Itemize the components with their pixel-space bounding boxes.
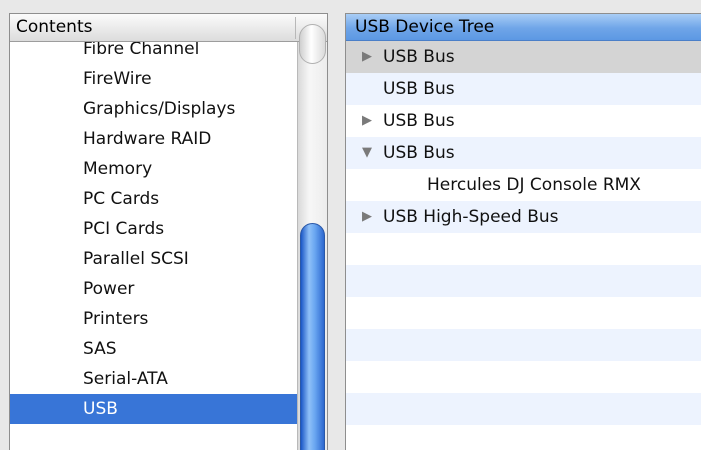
contents-item-label: Graphics/Displays bbox=[83, 99, 236, 119]
device-tree-empty-row bbox=[346, 233, 701, 265]
contents-item[interactable]: Serial-ATA bbox=[10, 364, 297, 394]
contents-item[interactable]: Printers bbox=[10, 304, 297, 334]
device-tree-empty-row bbox=[346, 393, 701, 425]
contents-item-label: SAS bbox=[83, 339, 117, 359]
contents-list: Fibre Channel FireWire Graphics/Displays Ha… bbox=[10, 42, 297, 450]
device-tree-row[interactable]: Hercules DJ Console RMX bbox=[346, 169, 701, 201]
disclosure-triangle-right-icon[interactable]: ▶ bbox=[362, 41, 372, 73]
contents-item[interactable]: Graphics/Displays bbox=[10, 94, 297, 124]
device-tree-row-label: USB High-Speed Bus bbox=[383, 207, 559, 227]
contents-item[interactable]: FireWire bbox=[10, 64, 297, 94]
contents-item-label: Parallel SCSI bbox=[83, 249, 189, 269]
contents-item[interactable]: Memory bbox=[10, 154, 297, 184]
column-divider bbox=[295, 17, 296, 39]
contents-item[interactable]: USB bbox=[10, 394, 297, 424]
device-tree-row[interactable]: ▼ USB Bus bbox=[346, 137, 701, 169]
device-tree-empty-row bbox=[346, 297, 701, 329]
contents-item-label: FireWire bbox=[83, 69, 152, 89]
contents-item[interactable]: SAS bbox=[10, 334, 297, 364]
contents-item-label: Memory bbox=[83, 159, 153, 179]
device-tree-row[interactable]: ▶ USB High-Speed Bus bbox=[346, 201, 701, 233]
contents-item-label: Hardware RAID bbox=[83, 129, 212, 149]
disclosure-triangle-right-icon[interactable]: ▶ bbox=[362, 105, 372, 137]
usb-device-tree-panel: USB Device Tree ▶ USB Bus USB Bus ▶ USB Bus ▼… bbox=[345, 13, 701, 450]
device-tree-column-header[interactable]: USB Device Tree bbox=[346, 14, 701, 41]
device-tree-row[interactable]: ▶ USB Bus bbox=[346, 41, 701, 73]
contents-item[interactable]: PC Cards bbox=[10, 184, 297, 214]
contents-item-label: USB bbox=[83, 399, 118, 419]
contents-item[interactable]: Fibre Channel bbox=[10, 42, 297, 64]
device-tree-row-label: USB Bus bbox=[383, 79, 455, 99]
disclosure-triangle-down-icon[interactable]: ▼ bbox=[362, 137, 372, 169]
contents-item[interactable]: Parallel SCSI bbox=[10, 244, 297, 274]
contents-item-label: PC Cards bbox=[83, 189, 160, 209]
contents-item[interactable]: Hardware RAID bbox=[10, 124, 297, 154]
contents-column-header[interactable]: Contents bbox=[10, 14, 327, 42]
device-tree-row-label: USB Bus bbox=[383, 47, 455, 67]
contents-panel: Contents Fibre Channel FireWire Graphics/D… bbox=[9, 13, 328, 450]
device-tree-empty-row bbox=[346, 425, 701, 450]
scrollbar-top-cap bbox=[299, 24, 326, 64]
device-tree-row-label: USB Bus bbox=[383, 111, 455, 131]
contents-scrollbar[interactable] bbox=[297, 24, 327, 450]
device-tree-row-label: USB Bus bbox=[383, 143, 455, 163]
contents-item-label: Printers bbox=[83, 309, 149, 329]
device-tree-row-label: Hercules DJ Console RMX bbox=[427, 175, 641, 195]
contents-item-label: PCI Cards bbox=[83, 219, 165, 239]
contents-item-label: Fibre Channel bbox=[83, 42, 200, 59]
device-tree-empty-row bbox=[346, 265, 701, 297]
contents-item[interactable]: PCI Cards bbox=[10, 214, 297, 244]
contents-header-label: Contents bbox=[16, 17, 93, 37]
disclosure-triangle-right-icon[interactable]: ▶ bbox=[362, 201, 372, 233]
device-tree-header-label: USB Device Tree bbox=[355, 17, 495, 37]
device-tree-list: ▶ USB Bus USB Bus ▶ USB Bus ▼ USB Bus Hercules … bbox=[346, 41, 701, 450]
device-tree-empty-row bbox=[346, 329, 701, 361]
contents-item[interactable]: Power bbox=[10, 274, 297, 304]
device-tree-row[interactable]: USB Bus bbox=[346, 73, 701, 105]
scrollbar-thumb[interactable] bbox=[300, 223, 325, 450]
contents-item-label: Serial-ATA bbox=[83, 369, 168, 389]
contents-item-label: Power bbox=[83, 279, 135, 299]
device-tree-row[interactable]: ▶ USB Bus bbox=[346, 105, 701, 137]
device-tree-empty-row bbox=[346, 361, 701, 393]
